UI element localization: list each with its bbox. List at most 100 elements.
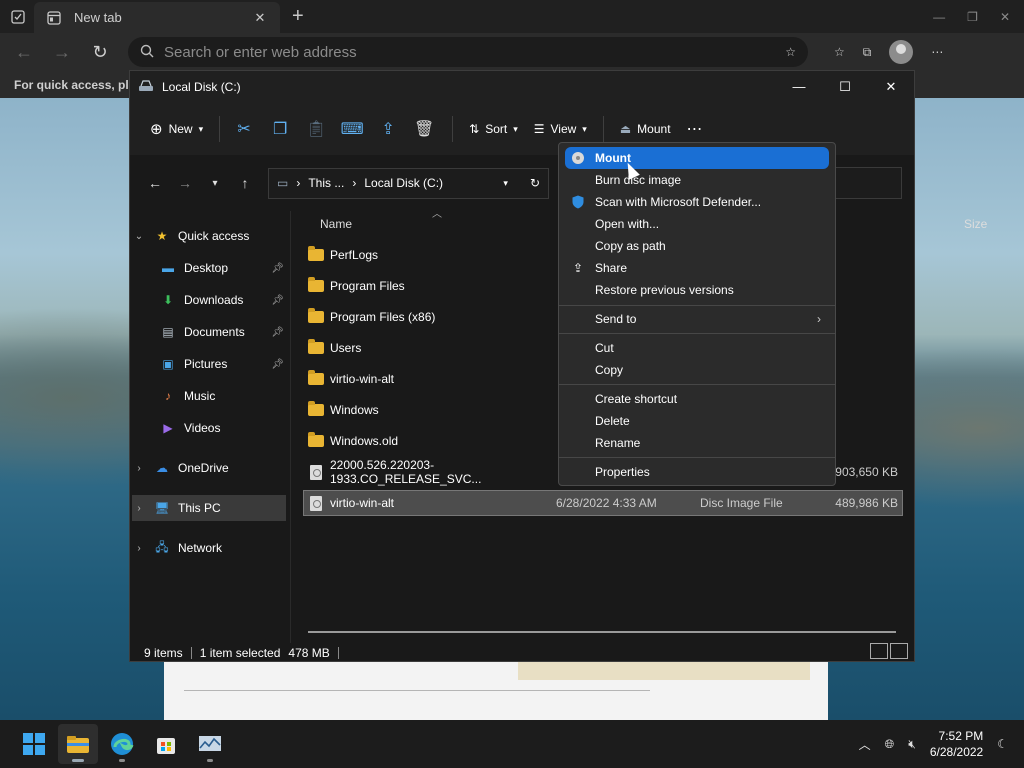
sidebar-item-downloads[interactable]: ⬇ Downloads 📌︎ bbox=[132, 287, 286, 313]
favorite-icon[interactable]: ☆ bbox=[834, 45, 845, 59]
chevron-down-icon[interactable]: ▾ bbox=[503, 178, 508, 189]
file-explorer-taskbar-icon[interactable] bbox=[58, 724, 98, 764]
menu-item-burn-disc-image[interactable]: Burn disc image bbox=[565, 169, 829, 191]
menu-item-properties[interactable]: Properties bbox=[565, 461, 829, 483]
sidebar-item-quick-access[interactable]: ⌄ ★ Quick access bbox=[132, 223, 286, 249]
close-icon[interactable]: ✕ bbox=[250, 8, 270, 28]
horizontal-scrollbar[interactable] bbox=[308, 631, 896, 633]
copy-icon[interactable]: ❐ bbox=[264, 113, 296, 145]
chevron-down-icon[interactable]: ⌄ bbox=[132, 231, 146, 242]
sidebar-item-this-pc[interactable]: › 🖥︎ This PC bbox=[132, 495, 286, 521]
restore-icon[interactable]: ❐ bbox=[967, 10, 978, 24]
refresh-icon[interactable]: ↻ bbox=[86, 38, 114, 66]
pane-divider[interactable] bbox=[290, 211, 291, 643]
chevron-right-icon[interactable]: › bbox=[132, 503, 146, 514]
minimize-icon[interactable]: — bbox=[776, 79, 822, 95]
pc-icon: ▭ bbox=[277, 176, 289, 190]
profile-icon[interactable] bbox=[889, 40, 914, 64]
edge-icon[interactable] bbox=[102, 724, 142, 764]
sidebar-item-desktop[interactable]: ▬ Desktop 📌︎ bbox=[132, 255, 286, 281]
menu-item-open-with[interactable]: Open with... bbox=[565, 213, 829, 235]
sidebar-item-music[interactable]: ♪ Music bbox=[132, 383, 286, 409]
volume-icon[interactable]: 🔇︎ bbox=[908, 737, 916, 752]
sort-button[interactable]: ⇅ Sort ▾ bbox=[461, 113, 526, 145]
menu-item-scan-defender[interactable]: Scan with Microsoft Defender... bbox=[565, 191, 829, 213]
clock[interactable]: 7:52 PM 6/28/2022 bbox=[930, 728, 983, 760]
details-view-icon[interactable] bbox=[870, 643, 888, 659]
menu-item-create-shortcut[interactable]: Create shortcut bbox=[565, 388, 829, 410]
column-header-size[interactable]: Size bbox=[964, 217, 987, 231]
menu-item-send-to[interactable]: Send to › bbox=[565, 308, 829, 330]
menu-item-delete[interactable]: Delete bbox=[565, 410, 829, 432]
breadcrumb-current[interactable]: Local Disk (C:) bbox=[364, 176, 495, 190]
sort-icon: ⇅ bbox=[469, 122, 480, 136]
forward-icon[interactable]: → bbox=[48, 38, 76, 66]
cut-icon[interactable]: ✂ bbox=[228, 113, 260, 145]
store-icon[interactable] bbox=[146, 724, 186, 764]
recent-locations-icon[interactable]: ▾ bbox=[200, 178, 230, 189]
rename-icon[interactable]: ⌨︎ bbox=[336, 113, 368, 145]
close-icon[interactable]: ✕ bbox=[868, 79, 914, 95]
file-name: Program Files (x86) bbox=[330, 310, 436, 324]
menu-item-cut[interactable]: Cut bbox=[565, 337, 829, 359]
status-item-count: 9 items bbox=[144, 646, 183, 660]
sidebar-item-label: Music bbox=[184, 389, 216, 403]
mount-button[interactable]: ⏏ Mount bbox=[612, 113, 679, 145]
sidebar-item-documents[interactable]: ▤ Documents 📌︎ bbox=[132, 319, 286, 345]
breadcrumb-root[interactable]: This ... bbox=[308, 176, 344, 190]
search-icon bbox=[140, 44, 154, 61]
table-row-selected[interactable]: virtio-win-alt 6/28/2022 4:33 AM Disc Im… bbox=[303, 490, 903, 516]
paste-icon[interactable]: 📋︎ bbox=[300, 113, 332, 145]
sidebar-item-network[interactable]: › 🖧︎ Network bbox=[132, 535, 286, 561]
file-name: virtio-win-alt bbox=[330, 372, 395, 386]
folder-icon bbox=[308, 246, 324, 261]
column-header-name[interactable]: Name bbox=[320, 217, 352, 231]
browser-toolbar: ← → ↻ Search or enter web address ☆ ☆ ⧉ … bbox=[0, 33, 1024, 71]
menu-item-copy[interactable]: Copy bbox=[565, 359, 829, 381]
share-icon[interactable]: ⇪ bbox=[372, 113, 404, 145]
plus-icon[interactable]: + bbox=[292, 5, 304, 28]
menu-item-copy-as-path[interactable]: Copy as path bbox=[565, 235, 829, 257]
menu-item-restore-previous-versions[interactable]: Restore previous versions bbox=[565, 279, 829, 301]
view-button[interactable]: ☰ View ▾ bbox=[526, 113, 595, 145]
chevron-right-icon[interactable]: › bbox=[132, 543, 146, 554]
add-favorite-icon[interactable]: ☆ bbox=[785, 45, 796, 59]
sidebar-item-videos[interactable]: ▶ Videos bbox=[132, 415, 286, 441]
menu-item-share[interactable]: ⇪ Share bbox=[565, 257, 829, 279]
tab-actions-icon[interactable] bbox=[8, 7, 28, 27]
app-monitor-icon[interactable] bbox=[190, 724, 230, 764]
chevron-right-icon[interactable]: › bbox=[132, 463, 146, 474]
sidebar-item-pictures[interactable]: ▣ Pictures 📌︎ bbox=[132, 351, 286, 377]
close-window-icon[interactable]: ✕ bbox=[1000, 10, 1010, 24]
video-icon: ▶ bbox=[163, 421, 173, 435]
windows-start-icon[interactable] bbox=[14, 724, 54, 764]
network-icon[interactable]: 🌐︎ bbox=[885, 737, 895, 752]
chevron-up-icon[interactable]: ︿ bbox=[859, 736, 871, 753]
menu-item-label: Scan with Microsoft Defender... bbox=[595, 195, 762, 209]
refresh-icon[interactable]: ↻ bbox=[530, 176, 540, 190]
forward-icon[interactable]: → bbox=[170, 175, 200, 191]
up-icon[interactable]: ↑ bbox=[230, 175, 260, 191]
address-bar[interactable]: Search or enter web address ☆ bbox=[128, 37, 808, 67]
back-icon[interactable]: ← bbox=[10, 38, 38, 66]
explorer-address-bar[interactable]: ▭ › This ... › Local Disk (C:) ▾ ↻ bbox=[268, 167, 549, 199]
explorer-search-box[interactable] bbox=[830, 167, 902, 199]
maximize-icon[interactable]: ☐ bbox=[822, 79, 868, 95]
back-icon[interactable]: ← bbox=[140, 175, 170, 191]
collections-icon[interactable]: ⧉ bbox=[863, 45, 872, 60]
mount-label: Mount bbox=[637, 122, 671, 136]
tiles-view-icon[interactable] bbox=[890, 643, 908, 659]
disc-image-icon bbox=[310, 495, 322, 511]
more-icon[interactable]: ⋯ bbox=[931, 45, 943, 59]
browser-tab[interactable]: New tab ✕ bbox=[34, 2, 280, 33]
folder-icon bbox=[308, 432, 324, 447]
new-button[interactable]: ⊕ New ▾ bbox=[142, 113, 211, 145]
delete-icon[interactable]: 🗑︎ bbox=[408, 113, 440, 145]
sidebar-item-onedrive[interactable]: › ☁ OneDrive bbox=[132, 455, 286, 481]
more-icon[interactable]: ⋯ bbox=[679, 113, 711, 145]
focus-assist-icon[interactable]: ☾ bbox=[997, 737, 1008, 751]
menu-item-rename[interactable]: Rename bbox=[565, 432, 829, 454]
menu-item-mount[interactable]: Mount bbox=[565, 147, 829, 169]
page-icon bbox=[44, 8, 64, 28]
minimize-icon[interactable]: — bbox=[933, 10, 945, 24]
